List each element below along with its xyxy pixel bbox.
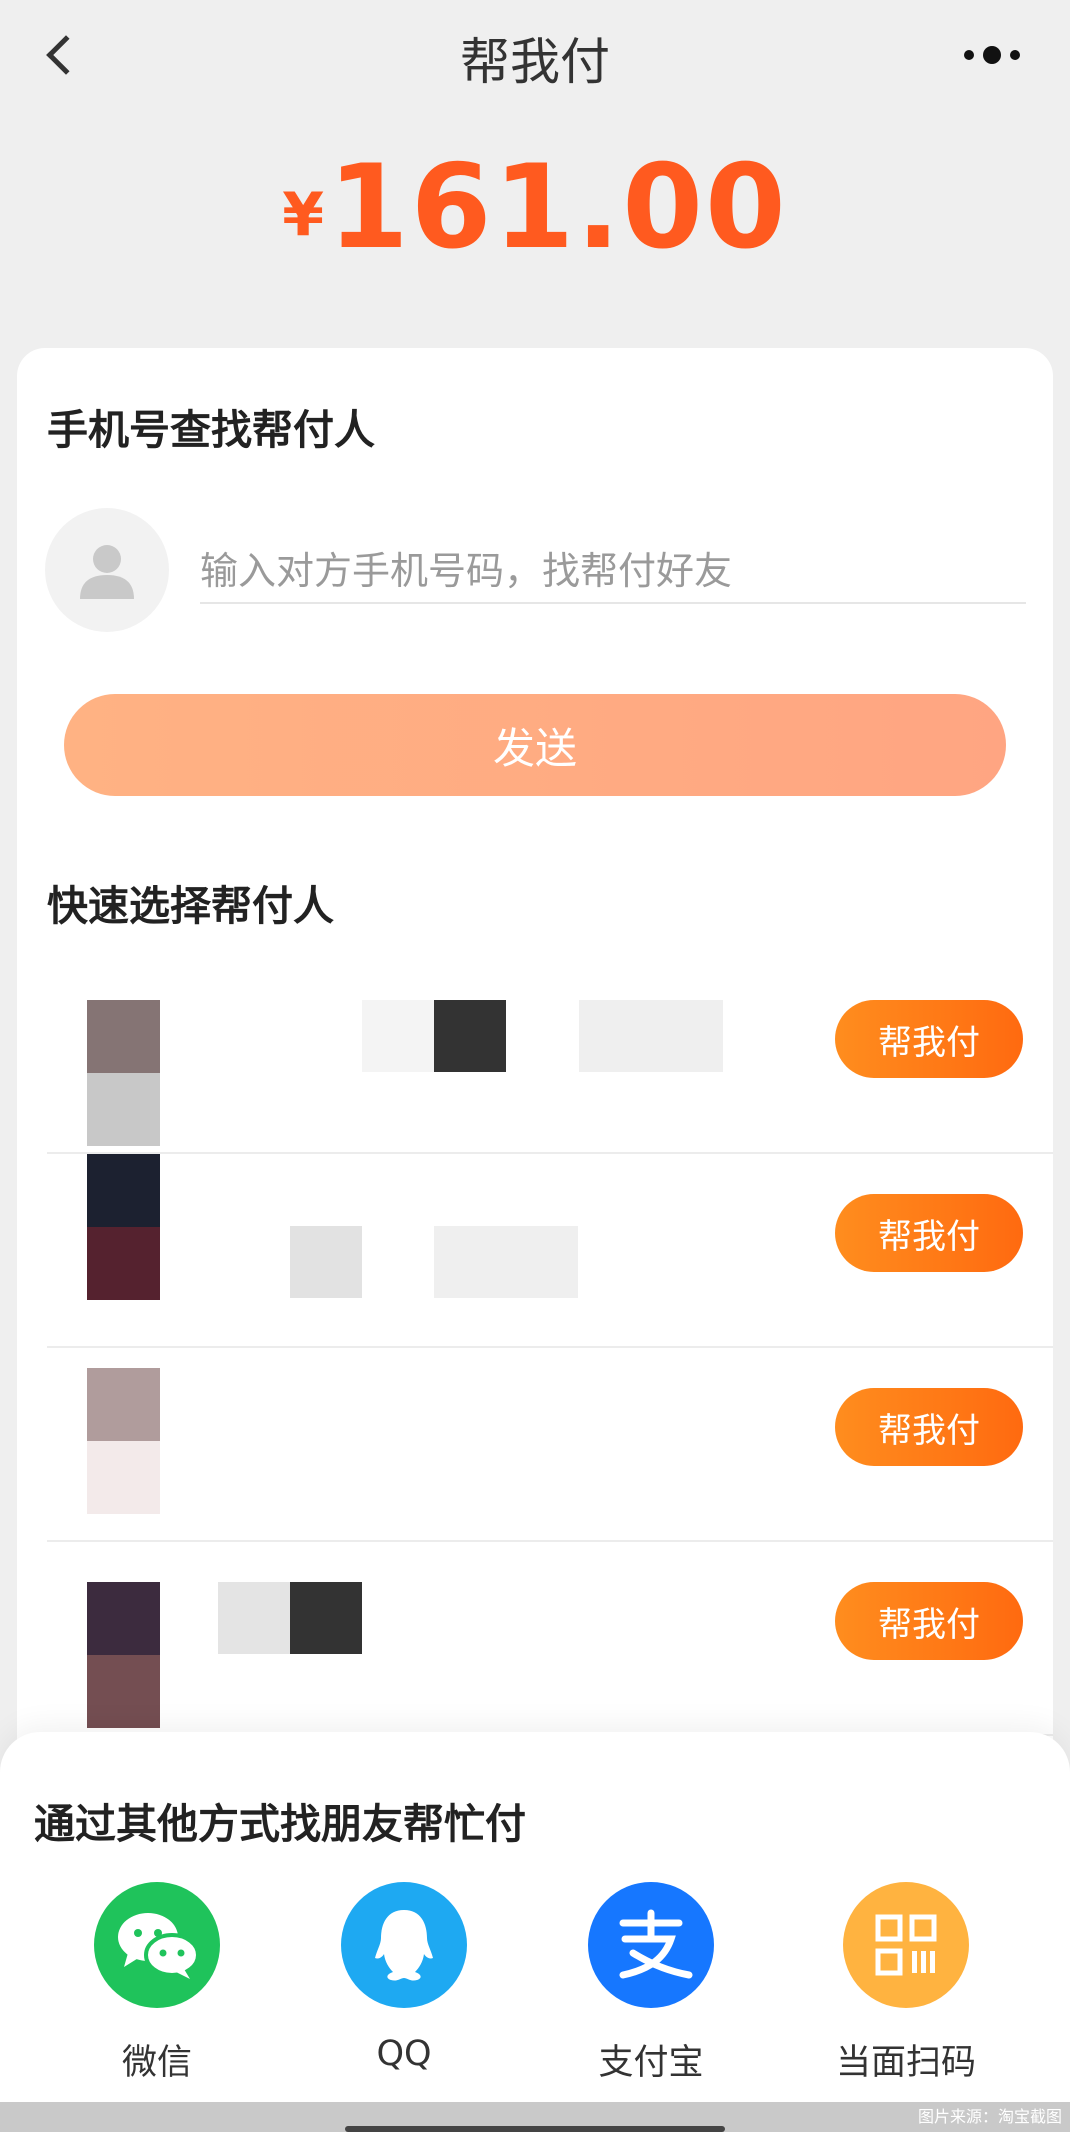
avatar-placeholder (45, 508, 169, 632)
contact-row[interactable]: 帮我付 (47, 960, 1053, 1154)
more-dot-right (1010, 50, 1020, 60)
share-alipay-button[interactable]: 支付宝 (551, 1882, 751, 2085)
share-sheet-title: 通过其他方式找朋友帮忙付 (34, 1800, 526, 1848)
blurred-name (290, 1582, 362, 1654)
alipay-icon (588, 1882, 714, 2008)
share-sheet: 通过其他方式找朋友帮忙付 微信 QQ 支付宝 当面扫码 (0, 1732, 1070, 2102)
more-dots-icon (964, 50, 974, 60)
blurred-name (434, 1000, 506, 1072)
more-options-button[interactable] (942, 30, 1042, 80)
blurred-name (362, 1000, 434, 1072)
contact-avatar (87, 1000, 160, 1146)
contact-avatar (87, 1582, 160, 1728)
phone-number-input[interactable] (200, 540, 1026, 604)
more-dot-center (983, 46, 1001, 64)
top-bar: 帮我付 (0, 0, 1070, 110)
contact-row[interactable]: 帮我付 (47, 1348, 1053, 1542)
contact-row[interactable]: 帮我付 (47, 1154, 1053, 1348)
blurred-name (579, 1000, 723, 1072)
phone-search-title: 手机号查找帮付人 (47, 406, 375, 454)
wechat-icon (94, 1882, 220, 2008)
share-qq-button[interactable]: QQ (304, 1882, 504, 2074)
blurred-name (218, 1582, 290, 1654)
share-wechat-label: 微信 (121, 2043, 192, 2083)
currency-symbol: ¥ (282, 180, 325, 250)
share-qrcode-label: 当面扫码 (835, 2043, 976, 2083)
quick-select-title: 快速选择帮付人 (47, 882, 334, 930)
page-title: 帮我付 (460, 33, 610, 91)
payment-amount: ¥161.00 (0, 140, 1070, 275)
blurred-name (434, 1226, 578, 1298)
help-pay-button[interactable]: 帮我付 (835, 1388, 1023, 1466)
share-qq-label: QQ (376, 2034, 432, 2074)
qq-icon (341, 1882, 467, 2008)
blurred-name (290, 1226, 362, 1298)
help-pay-button[interactable]: 帮我付 (835, 1194, 1023, 1272)
share-qrcode-button[interactable]: 当面扫码 (806, 1882, 1006, 2085)
amount-value: 161.00 (328, 140, 788, 275)
send-button[interactable]: 发送 (64, 694, 1006, 796)
contact-row[interactable]: 帮我付 (47, 1542, 1053, 1736)
qrcode-icon (843, 1882, 969, 2008)
help-pay-button[interactable]: 帮我付 (835, 1000, 1023, 1078)
watermark: 图片来源：淘宝截图 (917, 2107, 1062, 2126)
home-indicator[interactable] (345, 2126, 725, 2132)
user-icon (80, 545, 134, 599)
share-alipay-label: 支付宝 (598, 2043, 704, 2083)
help-pay-button[interactable]: 帮我付 (835, 1582, 1023, 1660)
contact-avatar (87, 1154, 160, 1300)
contact-avatar (87, 1368, 160, 1514)
share-wechat-button[interactable]: 微信 (57, 1882, 257, 2085)
